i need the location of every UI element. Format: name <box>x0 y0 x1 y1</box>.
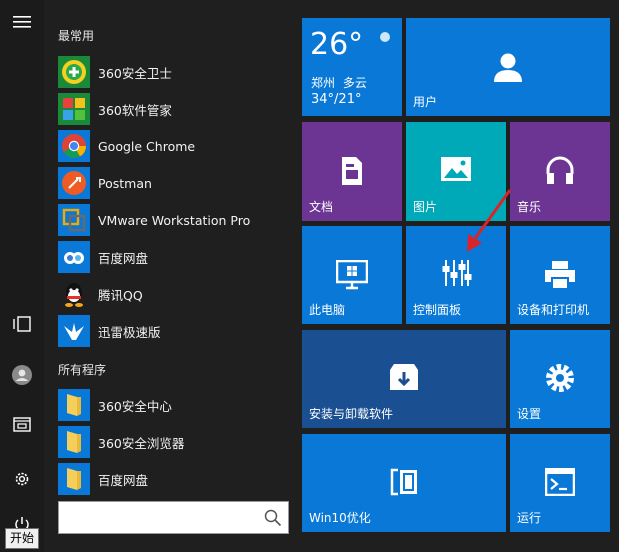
vmware-icon <box>58 204 90 236</box>
app-thunder[interactable]: 迅雷极速版 <box>58 313 288 349</box>
run-icon <box>545 468 575 496</box>
user-icon <box>494 53 522 82</box>
tablet-mode-button[interactable] <box>0 306 44 342</box>
tile-this-pc[interactable]: 此电脑 <box>302 226 402 324</box>
bracket-icon <box>390 468 417 496</box>
tile-user[interactable]: 用户 <box>406 18 610 116</box>
tile-pictures[interactable]: 图片 <box>406 122 506 221</box>
app-name: Google Chrome <box>98 138 196 154</box>
gear-icon <box>546 364 574 392</box>
tile-settings[interactable]: 设置 <box>510 330 610 428</box>
hamburger-menu-button[interactable] <box>0 4 44 40</box>
tile-label: 音乐 <box>517 200 542 214</box>
tile-label: 安装与卸载软件 <box>309 407 394 421</box>
left-rail <box>0 0 44 552</box>
app-name: Postman <box>98 175 152 191</box>
app-folder-360-security-center[interactable]: 360安全中心 <box>58 387 288 423</box>
chrome-icon <box>58 130 90 162</box>
install-icon <box>390 364 418 390</box>
app-name: 360安全卫士 <box>98 65 172 81</box>
postman-icon <box>58 167 90 199</box>
weather-condition: 多云 <box>342 76 367 90</box>
tile-weather[interactable]: 26° 郑州 多云 34°/21° <box>302 18 402 116</box>
folder-icon <box>58 463 90 495</box>
folder-icon <box>58 426 90 458</box>
tile-label: 此电脑 <box>309 303 346 317</box>
app-360-software-manager[interactable]: 360软件管家 <box>58 91 288 127</box>
app-vmware[interactable]: VMware Workstation Pro <box>58 202 288 238</box>
tile-music[interactable]: 音乐 <box>510 122 610 221</box>
monitor-icon <box>336 260 368 290</box>
tile-label: 设置 <box>517 407 542 421</box>
weather-range: 34°/21° <box>311 92 362 107</box>
picture-icon <box>441 157 471 181</box>
qq-icon <box>58 278 90 310</box>
app-google-chrome[interactable]: Google Chrome <box>58 128 288 164</box>
moon-icon <box>380 32 390 42</box>
tile-label: 图片 <box>413 200 438 214</box>
tile-documents[interactable]: 文档 <box>302 122 402 221</box>
tile-label: 控制面板 <box>413 303 462 317</box>
search-input[interactable] <box>59 502 266 533</box>
app-name: VMware Workstation Pro <box>98 212 251 228</box>
search-icon[interactable] <box>264 509 282 527</box>
tile-label: 设备和打印机 <box>517 303 590 317</box>
user-avatar-icon <box>12 365 32 385</box>
app-name: 百度网盘 <box>98 472 149 488</box>
360-security-icon <box>58 56 90 88</box>
app-360-security[interactable]: 360安全卫士 <box>58 54 288 90</box>
tile-control-panel[interactable]: 控制面板 <box>406 226 506 324</box>
section-most-used: 最常用 <box>58 29 95 43</box>
tile-run[interactable]: 运行 <box>510 434 610 532</box>
printer-icon <box>545 261 575 290</box>
documents-icon <box>13 417 31 432</box>
weather-city: 郑州 <box>311 76 336 90</box>
documents-button[interactable] <box>0 406 44 442</box>
app-folder-360-browser[interactable]: 360安全浏览器 <box>58 424 288 460</box>
tile-label: Win10优化 <box>309 511 371 525</box>
baidu-netdisk-icon <box>58 241 90 273</box>
start-tooltip: 开始 <box>5 528 40 549</box>
folder-icon <box>58 389 90 421</box>
user-button[interactable] <box>0 357 44 393</box>
tile-win10-optimize[interactable]: Win10优化 <box>302 434 506 532</box>
section-all-programs: 所有程序 <box>58 363 107 377</box>
weather-temperature: 26° <box>310 27 364 62</box>
app-name: 百度网盘 <box>98 250 149 266</box>
tablet-mode-icon <box>13 316 31 332</box>
tile-label: 用户 <box>413 95 438 109</box>
sliders-icon <box>442 260 472 286</box>
app-folder-baidu-netdisk[interactable]: 百度网盘 <box>58 461 288 497</box>
tile-devices-printers[interactable]: 设备和打印机 <box>510 226 610 324</box>
app-baidu-netdisk[interactable]: 百度网盘 <box>58 239 288 275</box>
app-qq[interactable]: 腾讯QQ <box>58 276 288 312</box>
tile-label: 文档 <box>309 200 334 214</box>
headphones-icon <box>546 156 574 184</box>
360-software-manager-icon <box>58 93 90 125</box>
search-box[interactable] <box>58 501 289 534</box>
app-name: 迅雷极速版 <box>98 324 161 340</box>
app-name: 360安全浏览器 <box>98 435 185 451</box>
tile-label: 运行 <box>517 511 542 525</box>
hamburger-menu-icon <box>13 16 31 28</box>
tile-programs-features[interactable]: 安装与卸载软件 <box>302 330 506 428</box>
app-name: 360软件管家 <box>98 102 172 118</box>
app-name: 360安全中心 <box>98 398 172 414</box>
document-icon <box>342 157 362 185</box>
settings-button[interactable] <box>0 461 44 497</box>
thunder-icon <box>58 315 90 347</box>
app-postman[interactable]: Postman <box>58 165 288 201</box>
gear-icon <box>15 472 29 486</box>
app-name: 腾讯QQ <box>98 287 143 303</box>
